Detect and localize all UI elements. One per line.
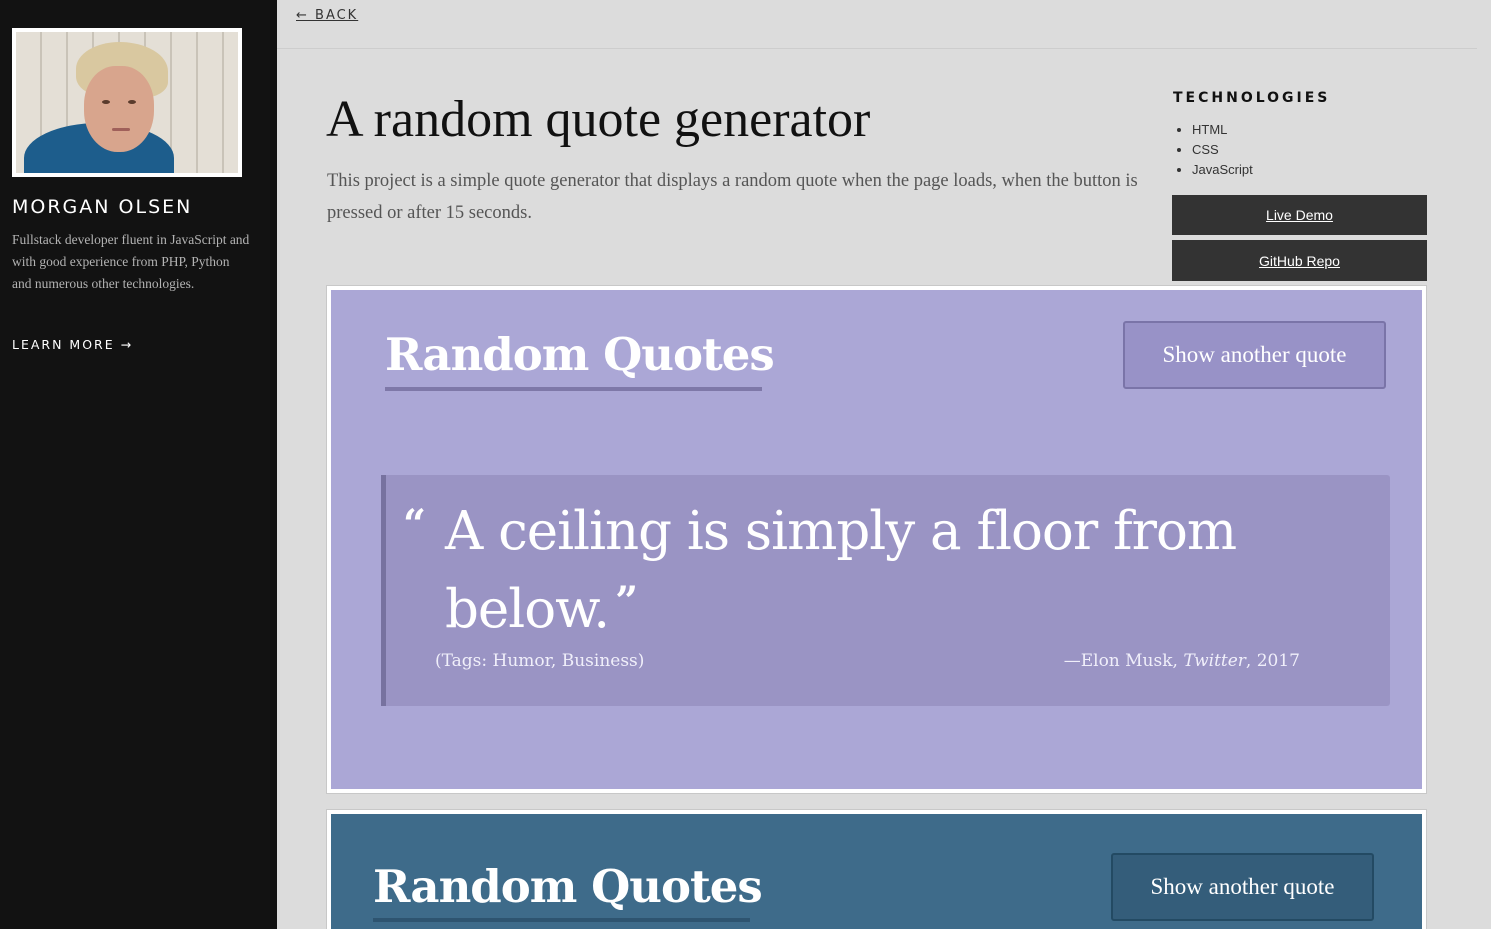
show-another-quote-button: Show another quote (1111, 853, 1374, 921)
screenshot-canvas: Random Quotes Show another quote (331, 814, 1422, 929)
app-title: Random Quotes (373, 860, 763, 913)
back-link[interactable]: ← BACK (296, 8, 358, 23)
profile-name: MORGAN OLSEN (12, 196, 193, 218)
technology-item: JavaScript (1192, 160, 1253, 180)
title-underline (373, 918, 750, 922)
profile-photo-frame (12, 28, 242, 177)
sidebar: MORGAN OLSEN Fullstack developer fluent … (0, 0, 277, 929)
quote-source: Twitter (1183, 651, 1246, 671)
project-description: This project is a simple quote generator… (327, 171, 1138, 223)
quote-text-container: A ceiling is simply a floor from below.” (445, 497, 1325, 645)
app-title: Random Quotes (385, 328, 775, 381)
project-screenshot-2: Random Quotes Show another quote (326, 809, 1427, 929)
live-demo-button[interactable]: Live Demo (1172, 195, 1427, 235)
technologies-list: HTML CSS JavaScript (1192, 120, 1253, 180)
technology-item: CSS (1192, 140, 1253, 160)
topbar-divider (277, 48, 1477, 49)
quote-tags: (Tags: Humor, Business) (435, 651, 645, 671)
quote-attribution: —Elon Musk, Twitter, 2017 (1064, 651, 1300, 671)
avatar (16, 32, 238, 173)
page-title: A random quote generator (326, 91, 871, 148)
show-another-quote-button: Show another quote (1123, 321, 1386, 389)
quote-author: —Elon Musk, (1063, 651, 1184, 671)
quote-text: A ceiling is simply a floor from below. (445, 501, 1237, 640)
screenshot-canvas: Random Quotes Show another quote “ A cei… (331, 290, 1422, 789)
profile-bio: Fullstack developer fluent in JavaScript… (12, 232, 250, 291)
github-repo-button[interactable]: GitHub Repo (1172, 240, 1427, 281)
close-quote-mark: ” (615, 578, 638, 625)
technology-item: HTML (1192, 120, 1253, 140)
learn-more-link[interactable]: LEARN MORE → (12, 337, 133, 352)
title-underline (385, 387, 762, 391)
quote-year: , 2017 (1245, 651, 1300, 671)
project-screenshot-1: Random Quotes Show another quote “ A cei… (326, 285, 1427, 794)
technologies-heading: TECHNOLOGIES (1173, 90, 1331, 106)
open-quote-mark: “ (403, 501, 427, 548)
quote-box: “ A ceiling is simply a floor from below… (381, 475, 1390, 706)
